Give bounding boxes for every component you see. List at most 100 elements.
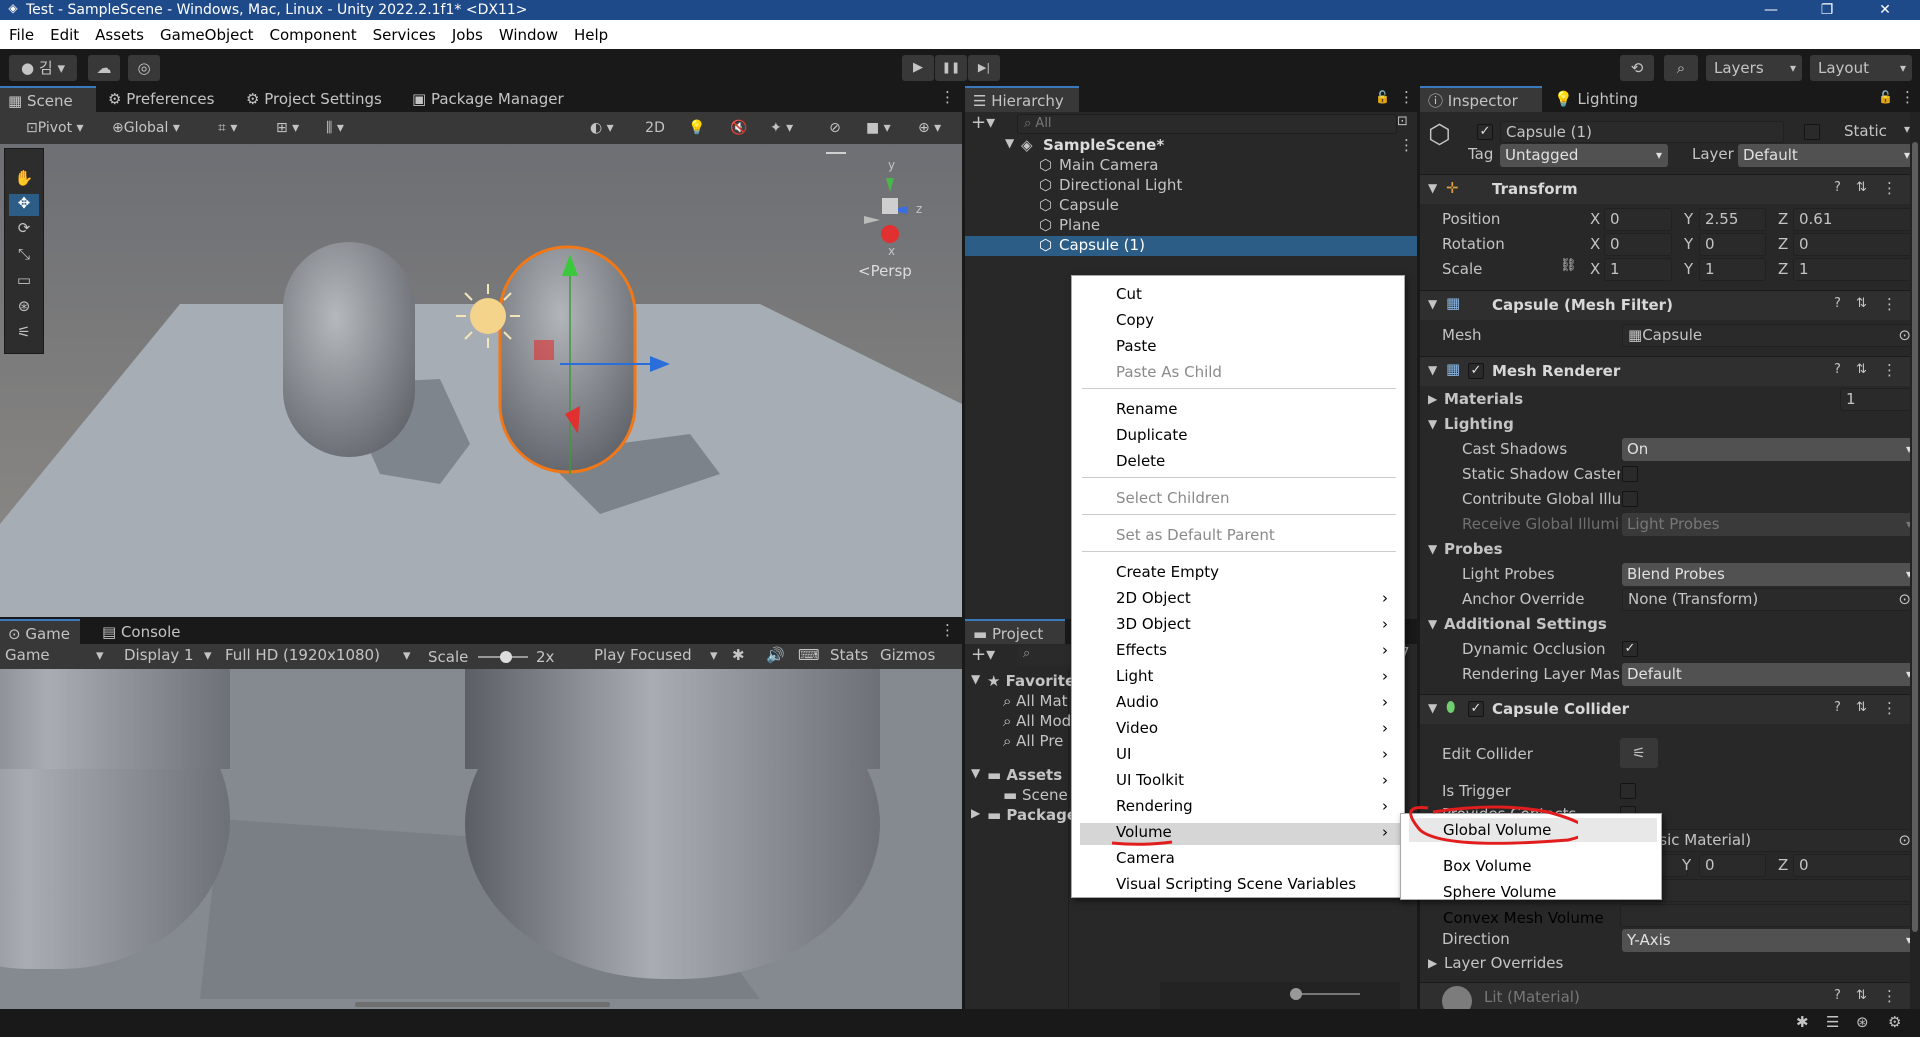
menu-jobs[interactable]: Jobs [444,26,491,44]
scale-y-field[interactable]: 1 [1699,258,1766,281]
settings-icon[interactable]: ⚙ [1888,1013,1901,1031]
menu-item-video[interactable]: Video [1116,719,1158,737]
hierarchy-item[interactable]: ⬡ Plane [965,216,1417,236]
display-dropdown[interactable]: Display 1 [124,646,194,664]
center-y-field[interactable]: 0 [1699,854,1766,877]
menu-services[interactable]: Services [365,26,444,44]
projection-label[interactable]: <Persp [858,262,912,280]
link-icon[interactable]: ⛓ [1560,258,1577,273]
active-checkbox[interactable]: ✓ [1477,124,1493,140]
icon-size-slider[interactable] [1290,988,1360,1000]
increment-snap-button[interactable]: ⫼ ▾ [320,116,364,140]
help-icon[interactable]: ? [1834,988,1841,1003]
favorites-item[interactable]: ⌕ All Pre [1003,732,1063,750]
center-z-field[interactable]: 0 [1793,854,1918,877]
audio-toggle-icon[interactable]: 🔇 [722,116,756,140]
tab-lighting[interactable]: 💡 Lighting [1546,86,1646,112]
tab-project-settings[interactable]: ⚙ Project Settings [238,86,390,112]
assets-folder[interactable]: ▬ Assets [987,766,1062,784]
collapse-arrow-icon[interactable]: ▼ [1428,617,1437,631]
light-probes-dropdown[interactable]: Blend Probes [1622,563,1918,586]
lock-icon[interactable]: 🔓 [1878,90,1893,104]
step-button[interactable]: ▶| [968,55,1000,81]
expand-arrow-icon[interactable]: ▶ [971,806,980,820]
maximize-button[interactable]: ❐ [1804,0,1850,20]
component-menu-icon[interactable]: ⋮ [1882,987,1897,1005]
lock-icon[interactable]: 🔓 [1375,90,1390,104]
global-dropdown[interactable]: ⊕Global ▾ [106,116,192,140]
custom-tool-icon[interactable]: ⚟ [9,323,39,345]
layer-dropdown[interactable]: Default [1738,144,1916,167]
bug-icon[interactable]: ✱ [1796,1013,1809,1031]
scene-menu-icon[interactable]: ⋮ [1399,136,1414,154]
scene-row[interactable]: ▼ ◈ SampleScene* ⋮ [965,136,1417,156]
resolution-dropdown[interactable]: Full HD (1920x1080) [225,646,380,664]
favorites-item[interactable]: ⌕ All Mat [1003,692,1068,710]
mesh-renderer-header[interactable]: ▼ ▦ ✓ Mesh Renderer ? ⇅ ⋮ [1420,356,1920,386]
hierarchy-item[interactable]: ⬡ Main Camera [965,156,1417,176]
physic-material-field[interactable]: (Physic Material) ⊙ [1620,829,1918,852]
rotation-z-field[interactable]: 0 [1793,233,1918,256]
toggle-2d-button[interactable]: 2D [638,116,672,140]
play-button[interactable]: ▶ [902,55,934,81]
tab-console[interactable]: ▤ Console [94,619,189,645]
add-icon[interactable]: +▾ [971,112,995,133]
height-field[interactable] [1620,904,1918,927]
move-tool-icon[interactable]: ✥ [9,194,39,216]
gizmos-button[interactable]: Gizmos [880,646,935,664]
cast-shadows-dropdown[interactable]: On [1622,438,1918,461]
history-icon[interactable]: ⟲ [1620,55,1654,81]
menu-file[interactable]: File [0,26,42,44]
rendering-layer-dropdown[interactable]: Default [1622,663,1918,686]
transform-header[interactable]: ▼ ✛ Transform ? ⇅ ⋮ [1420,174,1920,204]
more-options-icon[interactable]: ⋮ [940,621,955,639]
favorites-folder[interactable]: ★ Favorites [987,672,1084,690]
menu-item-3d-object[interactable]: 3D Object [1116,615,1191,633]
menu-item-copy[interactable]: Copy [1116,311,1154,329]
hierarchy-item-selected[interactable]: ⬡ Capsule (1) [965,236,1417,256]
radius-field[interactable] [1620,879,1918,902]
packages-folder[interactable]: ▬ Package [987,806,1077,824]
menu-item-ui-toolkit[interactable]: UI Toolkit [1116,771,1184,789]
tab-scene[interactable]: ▦ Scene [0,86,96,112]
hierarchy-item[interactable]: ⬡ Capsule [965,196,1417,216]
menu-item-delete[interactable]: Delete [1116,452,1165,470]
rotation-x-field[interactable]: 0 [1604,233,1672,256]
object-name-field[interactable]: Capsule (1) [1500,121,1784,143]
menu-item-convex-mesh-volume[interactable]: Convex Mesh Volume [1443,909,1604,927]
preset-icon[interactable]: ⇅ [1856,362,1867,377]
menu-window[interactable]: Window [491,26,566,44]
expand-arrow-icon[interactable]: ▼ [1005,136,1014,150]
orientation-gizmo[interactable]: y z x [850,158,940,258]
expand-arrow-icon[interactable]: ▶ [1428,392,1437,406]
menu-component[interactable]: Component [262,26,365,44]
tab-package-manager[interactable]: ▣ Package Manager [404,86,572,112]
scenes-folder[interactable]: ▬ Scene [1003,786,1068,804]
mute-icon[interactable]: 🔊 [766,646,785,664]
progress-icon[interactable]: ⊛ [1856,1013,1869,1031]
tag-dropdown[interactable]: Untagged [1500,144,1668,167]
tab-project[interactable]: ▬ Project [965,619,1065,645]
help-icon[interactable]: ? [1834,180,1841,195]
menu-item-duplicate[interactable]: Duplicate [1116,426,1187,444]
play-mode-dropdown[interactable]: Play Focused [594,646,692,664]
mesh-field[interactable]: ▦Capsule ⊙ [1622,324,1918,347]
favorites-item[interactable]: ⌕ All Mod [1003,712,1071,730]
rect-tool-icon[interactable]: ▭ [9,271,39,293]
cloud-icon[interactable]: ☁ [88,55,120,81]
more-options-icon[interactable]: ⋮ [1900,88,1915,106]
collapse-arrow-icon[interactable]: ▼ [1428,417,1437,431]
menu-item-rename[interactable]: Rename [1116,400,1178,418]
bug-icon[interactable]: ✱ [732,646,745,664]
menu-item-effects[interactable]: Effects [1116,641,1167,659]
account-button[interactable]: ● 김 ▾ [9,55,77,81]
menu-item-ui[interactable]: UI [1116,745,1131,763]
menu-help[interactable]: Help [566,26,616,44]
menu-item-light[interactable]: Light [1116,667,1153,685]
preset-icon[interactable]: ⇅ [1856,700,1867,715]
help-icon[interactable]: ? [1834,700,1841,715]
collapse-arrow-icon[interactable]: ▼ [1428,542,1437,556]
scene-viewport[interactable]: ✋ ✥ ⟳ ⤡ ▭ ⊛ ⚟ y z x <Persp [0,144,962,617]
preset-icon[interactable]: ⇅ [1856,988,1867,1003]
anchor-override-field[interactable]: None (Transform) ⊙ [1622,588,1918,611]
